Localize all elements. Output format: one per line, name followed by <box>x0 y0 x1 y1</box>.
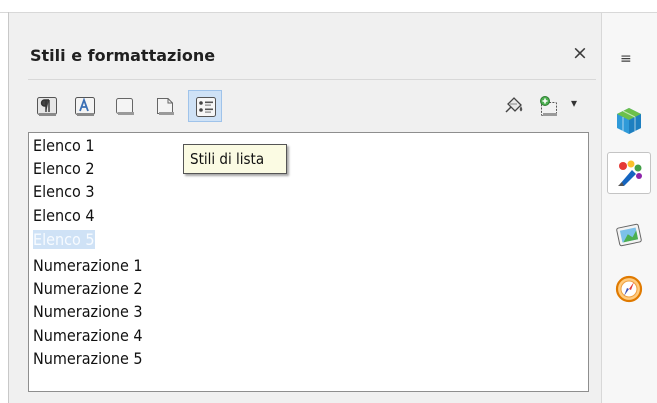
list-item[interactable]: Elenco 1 <box>33 135 95 157</box>
sidebar-item-styles[interactable] <box>607 152 651 194</box>
list-item[interactable]: Elenco 3 <box>33 181 95 203</box>
fill-format-mode-button[interactable] <box>496 90 530 122</box>
sidebar-item-properties[interactable] <box>607 100 651 142</box>
new-style-button[interactable] <box>530 90 564 122</box>
styles-list[interactable]: Elenco 1 Elenco 2 Elenco 3 Elenco 4 Elen… <box>28 132 589 392</box>
paint-bucket-icon <box>505 97 523 113</box>
list-styles-icon <box>196 97 216 117</box>
tooltip: Stili di lista <box>183 144 287 174</box>
list-styles-button[interactable] <box>188 90 222 122</box>
list-item[interactable]: Numerazione 1 <box>33 255 143 277</box>
paragraph-styles-icon <box>37 97 57 116</box>
list-item[interactable]: Elenco 2 <box>33 158 95 180</box>
sidebar-menu-icon[interactable]: ≡ <box>620 51 632 67</box>
window-top-edge <box>0 0 657 13</box>
styles-brush-icon <box>618 160 642 186</box>
new-style-dropdown-arrow[interactable]: ▾ <box>571 96 577 110</box>
sidebar-item-navigator[interactable] <box>607 268 651 310</box>
list-item[interactable]: Numerazione 5 <box>33 348 143 370</box>
list-item[interactable]: Elenco 4 <box>33 205 95 227</box>
page-styles-button[interactable] <box>148 90 182 122</box>
new-style-from-selection-icon <box>540 96 557 116</box>
character-styles-button[interactable] <box>68 90 102 122</box>
frame-styles-icon <box>116 98 134 115</box>
character-styles-icon <box>75 97 95 116</box>
page-styles-icon <box>157 98 174 115</box>
navigator-compass-icon <box>615 275 643 303</box>
gallery-picture-icon <box>616 223 642 247</box>
sidebar-item-gallery[interactable] <box>607 214 651 256</box>
panel-title: Stili e formattazione <box>30 46 216 65</box>
list-item[interactable]: Numerazione 4 <box>33 325 143 347</box>
close-button[interactable]: × <box>569 42 591 64</box>
title-divider <box>28 79 596 80</box>
cube-properties-icon <box>617 108 641 134</box>
list-item-selected[interactable]: Elenco 5 <box>33 229 95 251</box>
list-item[interactable]: Numerazione 3 <box>33 301 143 323</box>
sidebar-tabbar <box>601 13 657 403</box>
paragraph-styles-button[interactable] <box>30 90 64 122</box>
list-item[interactable]: Numerazione 2 <box>33 278 143 300</box>
frame-styles-button[interactable] <box>108 90 142 122</box>
